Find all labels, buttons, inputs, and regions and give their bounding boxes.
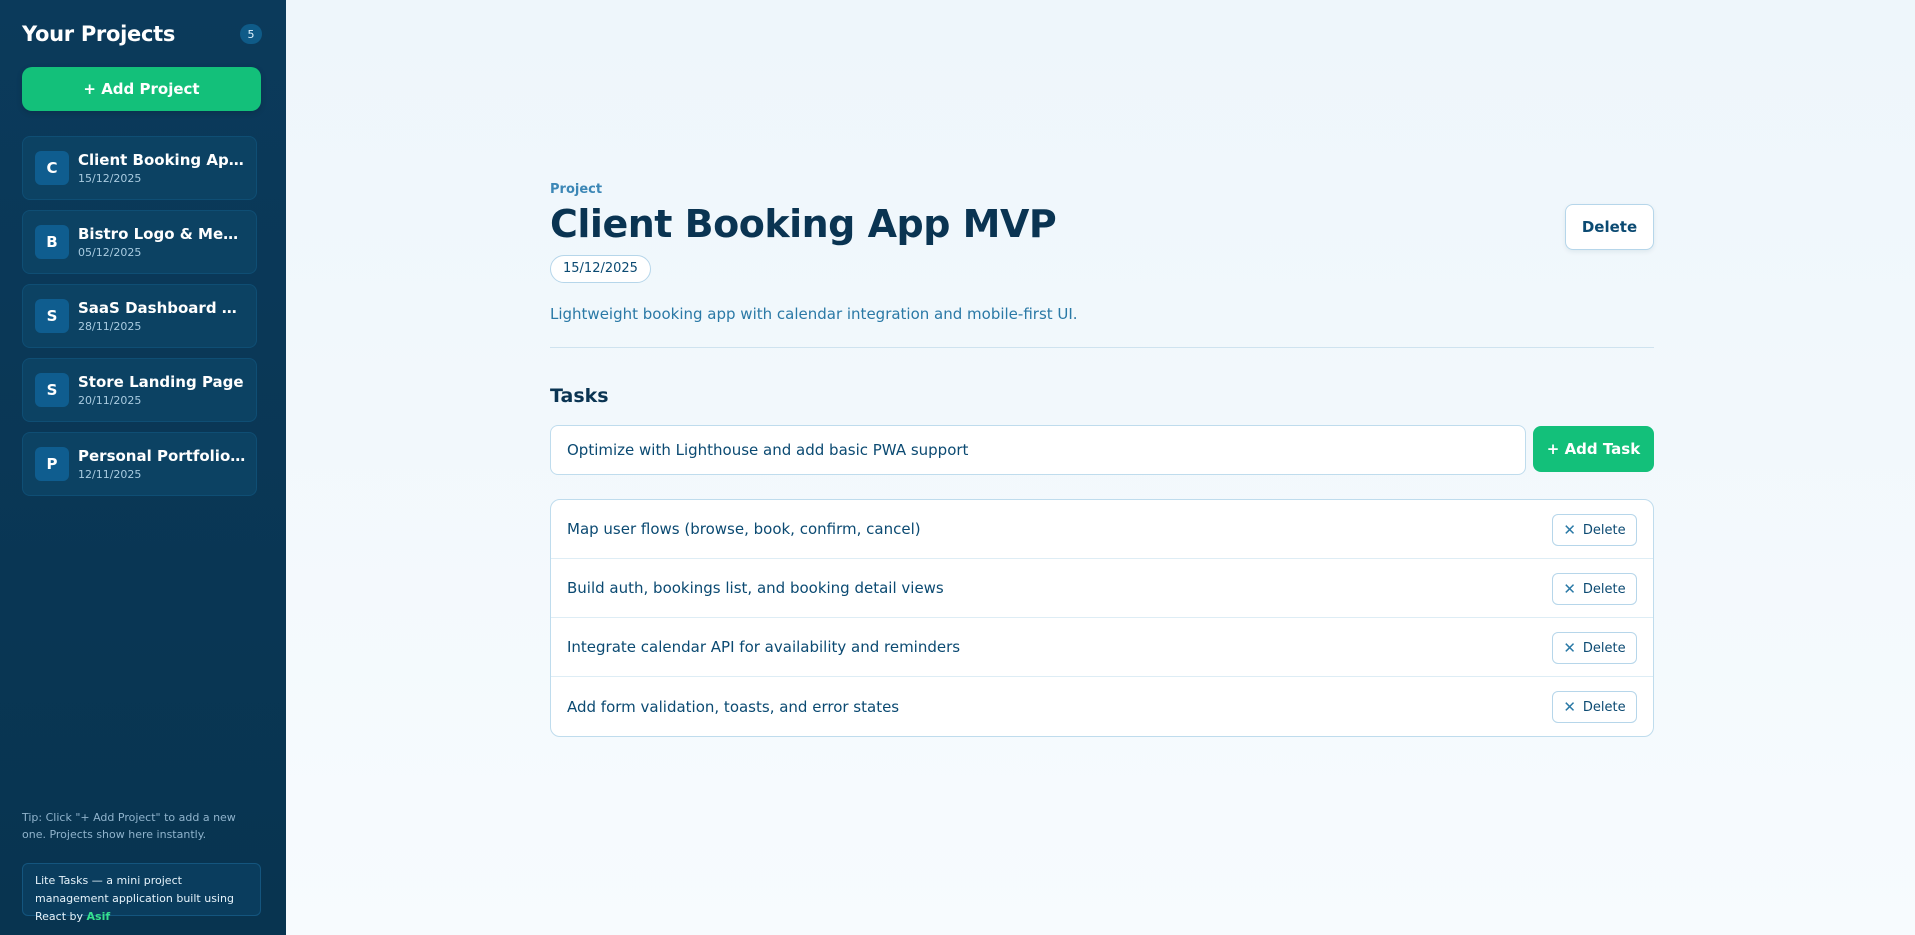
page-title: Client Booking App MVP — [550, 202, 1057, 246]
task-row: Build auth, bookings list, and booking d… — [551, 559, 1653, 618]
delete-task-label: Delete — [1582, 522, 1626, 538]
project-date-chip: 15/12/2025 — [550, 255, 651, 283]
delete-task-button[interactable]: ✕ Delete — [1552, 573, 1637, 605]
project-avatar: B — [35, 225, 69, 259]
close-icon: ✕ — [1563, 520, 1576, 539]
project-eyebrow: Project — [550, 182, 603, 197]
project-avatar: S — [35, 373, 69, 407]
project-list: C Client Booking App MVP 15/12/2025 B Bi… — [22, 136, 257, 506]
footer-text: Lite Tasks — a mini project management a… — [35, 874, 234, 923]
delete-task-button[interactable]: ✕ Delete — [1552, 632, 1637, 664]
project-date: 20/11/2025 — [78, 394, 142, 407]
divider — [550, 347, 1654, 348]
sidebar-footer: Lite Tasks — a mini project management a… — [22, 863, 261, 923]
close-icon: ✕ — [1563, 579, 1576, 598]
delete-task-label: Delete — [1582, 640, 1626, 656]
delete-task-label: Delete — [1582, 581, 1626, 597]
project-avatar: S — [35, 299, 69, 333]
task-text: Integrate calendar API for availability … — [567, 638, 961, 656]
task-row: Add form validation, toasts, and error s… — [551, 677, 1653, 736]
tasks-heading: Tasks — [550, 385, 609, 407]
project-name: Client Booking App MVP — [78, 151, 246, 169]
project-item[interactable]: B Bistro Logo & Menu Design 05/12/2025 — [22, 210, 257, 274]
project-name: SaaS Dashboard UI Kit — [78, 299, 246, 317]
close-icon: ✕ — [1563, 697, 1576, 716]
project-item[interactable]: C Client Booking App MVP 15/12/2025 — [22, 136, 257, 200]
main-panel: Project Client Booking App MVP Delete 15… — [286, 0, 1915, 935]
author-link[interactable]: Asif — [87, 910, 111, 923]
sidebar: Your Projects 5 + Add Project C Client B… — [0, 0, 286, 935]
delete-project-button[interactable]: Delete — [1565, 204, 1654, 250]
project-description: Lightweight booking app with calendar in… — [550, 305, 1078, 323]
project-avatar: P — [35, 447, 69, 481]
project-name: Bistro Logo & Menu Design — [78, 225, 246, 243]
project-avatar: C — [35, 151, 69, 185]
project-item[interactable]: S SaaS Dashboard UI Kit 28/11/2025 — [22, 284, 257, 348]
project-name: Store Landing Page — [78, 373, 244, 391]
project-name: Personal Portfolio Redesign — [78, 447, 246, 465]
delete-task-label: Delete — [1582, 699, 1626, 715]
delete-task-button[interactable]: ✕ Delete — [1552, 691, 1637, 723]
task-text: Add form validation, toasts, and error s… — [567, 697, 900, 716]
sidebar-title: Your Projects — [22, 22, 176, 46]
close-icon: ✕ — [1563, 638, 1576, 657]
project-count-badge: 5 — [240, 24, 262, 44]
project-detail: Project Client Booking App MVP Delete 15… — [550, 182, 1654, 737]
project-date: 28/11/2025 — [78, 320, 142, 333]
add-project-button[interactable]: + Add Project — [22, 67, 261, 111]
add-task-button[interactable]: + Add Task — [1533, 426, 1654, 472]
task-text: Build auth, bookings list, and booking d… — [567, 579, 944, 597]
task-row: Integrate calendar API for availability … — [551, 618, 1653, 677]
project-date: 15/12/2025 — [78, 172, 142, 185]
sidebar-tip: Tip: Click "+ Add Project" to add a new … — [22, 811, 236, 841]
task-list: Map user flows (browse, book, confirm, c… — [550, 499, 1654, 737]
project-item[interactable]: S Store Landing Page 20/11/2025 — [22, 358, 257, 422]
task-input[interactable] — [550, 425, 1526, 475]
sidebar-header: Your Projects 5 — [22, 20, 262, 48]
task-text: Map user flows (browse, book, confirm, c… — [567, 520, 921, 538]
project-item[interactable]: P Personal Portfolio Redesign 12/11/2025 — [22, 432, 257, 496]
delete-task-button[interactable]: ✕ Delete — [1552, 514, 1637, 546]
project-date: 12/11/2025 — [78, 468, 142, 481]
project-date: 05/12/2025 — [78, 246, 142, 259]
task-row: Map user flows (browse, book, confirm, c… — [551, 500, 1653, 559]
